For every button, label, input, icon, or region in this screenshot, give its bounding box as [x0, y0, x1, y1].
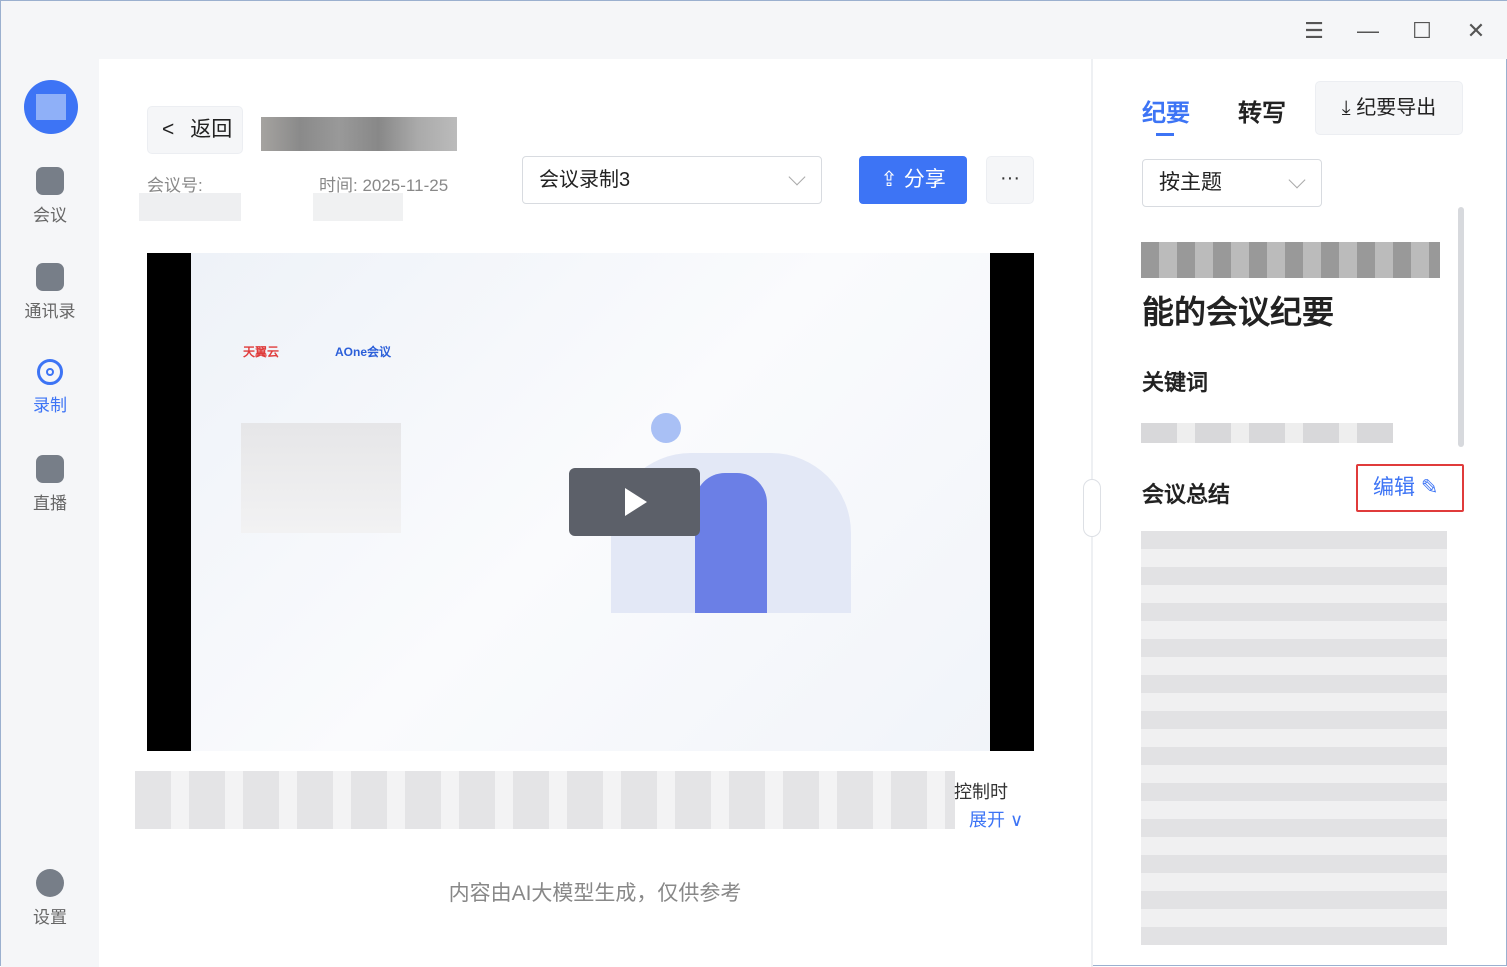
recording-select-value: 会议录制3 — [539, 169, 631, 191]
sidebar: 会议 通讯录 录制 直播 设置 — [1, 59, 99, 967]
brand-logo-aone: AOne会议 — [335, 345, 392, 359]
title-bar: ☰ — ☐ ✕ — [1, 1, 1507, 59]
meeting-number-redacted — [139, 193, 241, 221]
pencil-icon: ✎ — [1420, 476, 1439, 499]
summary-heading: 会议总结 — [1142, 482, 1231, 507]
person-illustration — [695, 473, 767, 613]
chevron-down-icon: ∨ — [1010, 810, 1024, 830]
summary-panel: 纪要 转写 ⤓ 纪要导出 按主题 能的会议纪要 关键词 会议总结 编辑 ✎ — [1093, 59, 1507, 967]
expand-button[interactable]: 展开 ∨ — [969, 806, 1023, 832]
back-label: 返回 — [190, 118, 233, 141]
description-redacted — [135, 771, 955, 829]
sidebar-item-label: 录制 — [33, 396, 67, 415]
sidebar-item-live[interactable]: 直播 — [1, 455, 99, 514]
expand-label: 展开 — [969, 810, 1005, 830]
keywords-redacted — [1141, 423, 1393, 443]
share-label: 分享 — [903, 168, 946, 191]
maximize-icon[interactable]: ☐ — [1408, 17, 1436, 45]
sidebar-item-contacts[interactable]: 通讯录 — [1, 263, 99, 322]
menu-icon[interactable]: ☰ — [1300, 17, 1328, 45]
share-icon: ⇪ — [880, 168, 904, 191]
recording-detail: < 返回 会议号: 时间: 2025-11-25 会议录制3 ⇪ 分享 ··· 天… — [99, 59, 1091, 967]
recording-select[interactable]: 会议录制3 — [522, 156, 822, 204]
download-icon: ⤓ — [1341, 97, 1357, 119]
tab-transcript[interactable]: 转写 — [1238, 93, 1286, 128]
back-button[interactable]: < 返回 — [147, 106, 243, 154]
edit-button[interactable]: 编辑 ✎ — [1356, 464, 1464, 512]
play-button[interactable] — [569, 468, 700, 536]
title-redacted — [1141, 242, 1440, 278]
more-button[interactable]: ··· — [986, 156, 1034, 204]
video-frame: 天翼云 AOne会议 — [191, 253, 990, 751]
sidebar-item-label: 设置 — [33, 908, 67, 927]
minimize-icon[interactable]: — — [1354, 17, 1382, 45]
summary-title: 能的会议纪要 — [1142, 294, 1335, 330]
sidebar-item-meeting[interactable]: 会议 — [1, 167, 99, 226]
sidebar-item-label: 通讯录 — [24, 302, 76, 321]
ai-disclaimer: 内容由AI大模型生成，仅供参考 — [448, 882, 742, 905]
video-player[interactable]: 天翼云 AOne会议 — [147, 253, 1034, 751]
brand-logo-ctyun: 天翼云 — [243, 345, 280, 359]
group-by-value: 按主题 — [1159, 171, 1222, 194]
sidebar-item-label: 会议 — [33, 206, 67, 225]
description-text: 控制时 — [954, 782, 1008, 802]
user-avatar[interactable] — [24, 80, 78, 134]
share-button[interactable]: ⇪ 分享 — [859, 156, 967, 204]
tv-icon — [36, 455, 64, 483]
meeting-icon — [36, 167, 64, 195]
chevron-down-icon — [788, 168, 806, 186]
summary-redacted — [1141, 531, 1447, 945]
mic-icon — [651, 413, 681, 443]
sidebar-item-settings[interactable]: 设置 — [1, 869, 99, 928]
meeting-title-redacted — [261, 117, 457, 151]
chevron-down-icon — [1288, 171, 1306, 189]
gear-icon — [36, 869, 64, 897]
redacted-text — [241, 423, 401, 533]
time-redacted — [313, 193, 403, 221]
keywords-heading: 关键词 — [1142, 370, 1209, 395]
record-icon — [37, 359, 63, 385]
edit-label: 编辑 — [1373, 476, 1415, 499]
export-summary-button[interactable]: ⤓ 纪要导出 — [1315, 81, 1463, 135]
scrollbar[interactable] — [1458, 207, 1464, 447]
tab-summary[interactable]: 纪要 — [1142, 93, 1190, 136]
close-icon[interactable]: ✕ — [1462, 17, 1490, 45]
contacts-icon — [36, 263, 64, 291]
sidebar-item-recording[interactable]: 录制 — [1, 359, 99, 416]
export-label: 纪要导出 — [1356, 97, 1437, 119]
group-by-select[interactable]: 按主题 — [1142, 159, 1322, 207]
sidebar-item-label: 直播 — [33, 494, 67, 513]
